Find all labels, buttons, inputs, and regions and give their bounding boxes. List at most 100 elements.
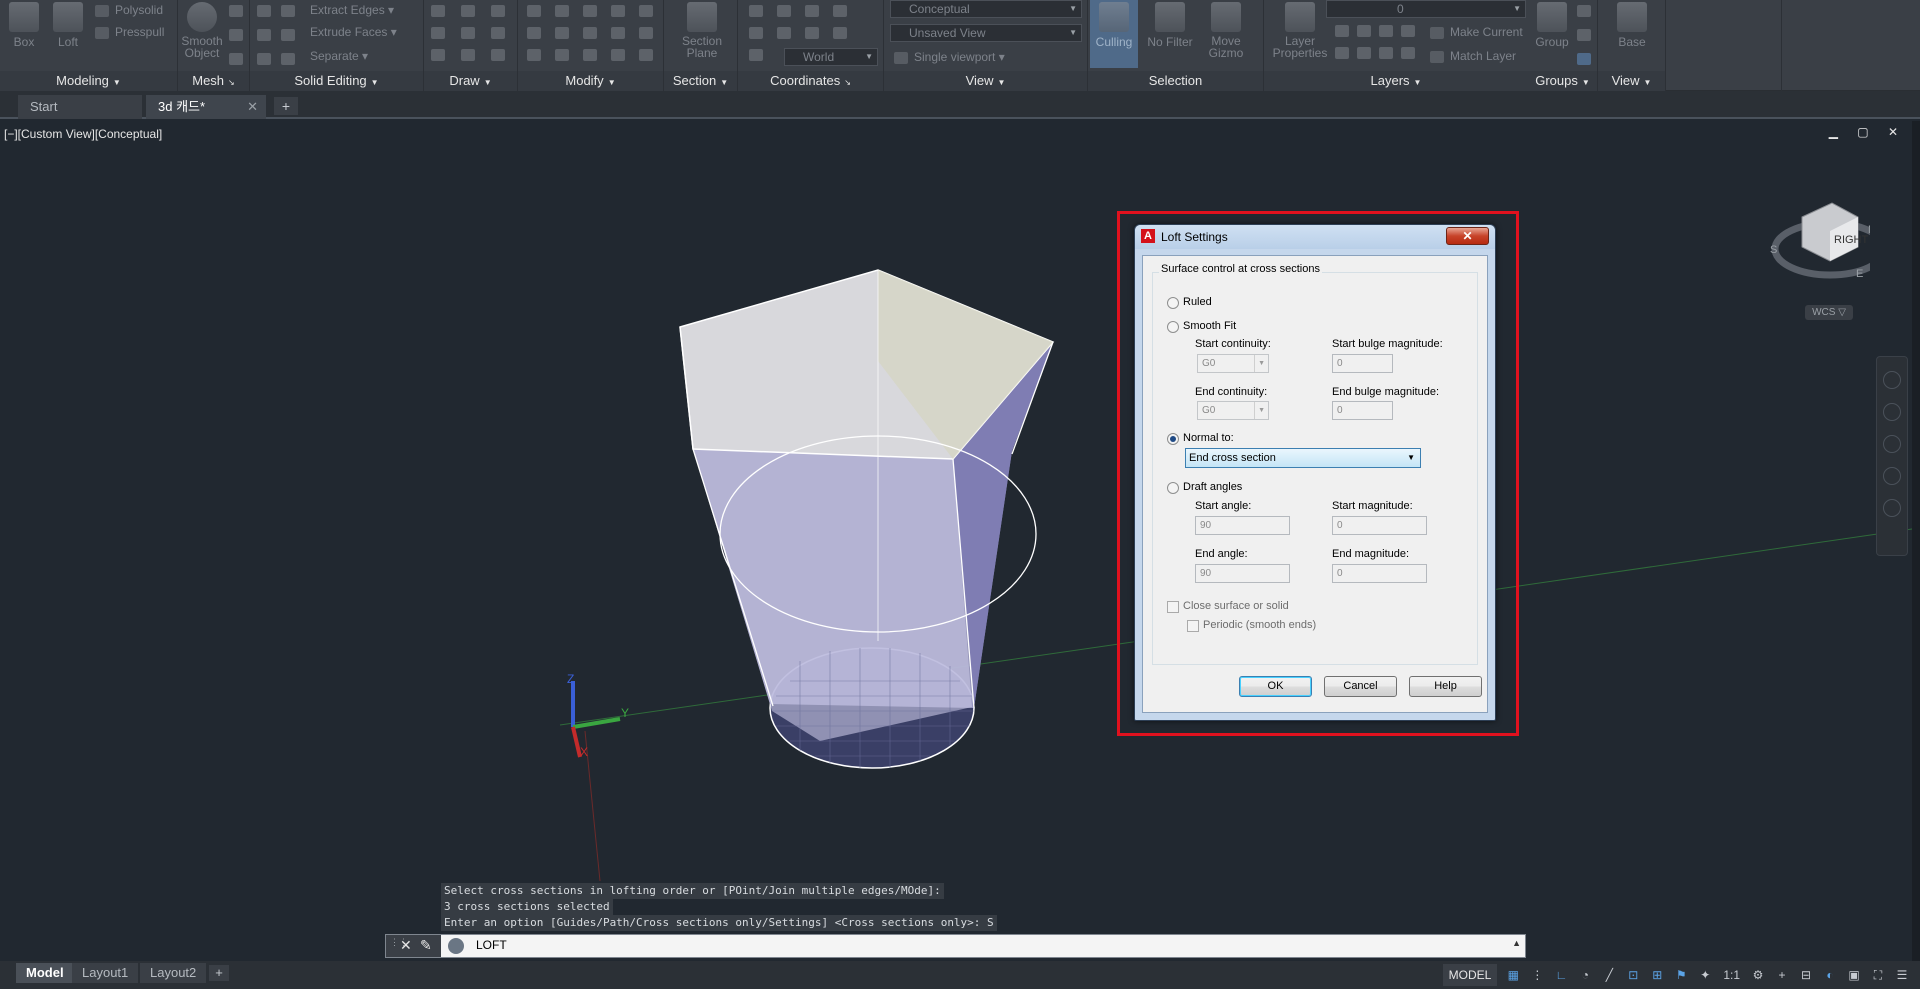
named-view-combo[interactable]: Unsaved View (890, 24, 1082, 42)
no-filter-button[interactable]: No Filter (1144, 0, 1196, 66)
help-button[interactable]: Help (1409, 676, 1482, 697)
tab-start[interactable]: Start (18, 95, 142, 119)
start-continuity-select[interactable]: G0 (1197, 354, 1269, 373)
section-plane-button[interactable]: Section Plane (678, 0, 726, 66)
grid-icon[interactable]: ▦ (1503, 965, 1523, 985)
menu-icon[interactable]: ☰ (1892, 965, 1912, 985)
layout-tab-model[interactable]: Model (16, 963, 74, 983)
ucs-combo[interactable]: World (784, 48, 878, 66)
panel-title-mesh[interactable]: Mesh ↘ (178, 71, 249, 91)
panel-title-view2[interactable]: View ▼ (1598, 71, 1665, 91)
tab-drawing[interactable]: 3d 캐드* ✕ (146, 95, 266, 119)
recent-commands-icon[interactable] (448, 938, 464, 954)
plus-icon[interactable]: + (1772, 965, 1792, 985)
viewport-label[interactable]: [−][Custom View][Conceptual] (4, 127, 162, 141)
pan-icon[interactable] (1883, 403, 1901, 421)
box-button[interactable]: Box (2, 0, 46, 66)
wcs-menu[interactable]: WCS ▽ (1805, 305, 1853, 320)
zoom-icon[interactable] (1883, 435, 1901, 453)
extrude-faces-button[interactable]: Extrude Faces ▾ (310, 22, 397, 42)
ok-button[interactable]: OK (1239, 676, 1312, 697)
command-line[interactable]: ⋮⋮ ✕ ✎ LOFT ▲ (385, 934, 1526, 958)
viewport-config-button[interactable]: Single viewport ▾ (894, 47, 1005, 67)
cancel-button[interactable]: Cancel (1324, 676, 1397, 697)
move-gizmo-button[interactable]: Move Gizmo (1200, 0, 1252, 66)
ruled-label[interactable]: Ruled (1183, 296, 1212, 308)
smooth-object-button[interactable]: Smooth Object (180, 0, 224, 66)
panel-title-modeling[interactable]: Modeling ▼ (0, 71, 177, 91)
separate-button[interactable]: Separate ▾ (310, 46, 368, 66)
end-magnitude-field[interactable]: 0 (1332, 564, 1427, 583)
ruled-radio[interactable] (1167, 297, 1179, 309)
layout-tab-layout2[interactable]: Layout2 (140, 963, 207, 983)
base-button[interactable]: Base (1610, 0, 1654, 66)
polysolid-button[interactable]: Polysolid (95, 0, 163, 20)
match-layer-button[interactable]: Match Layer (1430, 46, 1516, 66)
end-angle-field[interactable]: 90 (1195, 564, 1290, 583)
snap-icon[interactable]: ⋮ (1527, 965, 1547, 985)
group-button[interactable]: Group (1530, 0, 1574, 66)
extract-edges-button[interactable]: Extract Edges ▾ (310, 0, 394, 20)
navigation-bar[interactable] (1876, 356, 1908, 556)
layer-combo[interactable]: 0 (1326, 0, 1526, 18)
visual-style-combo[interactable]: Conceptual (890, 0, 1082, 18)
make-current-button[interactable]: Make Current (1430, 22, 1523, 42)
presspull-button[interactable]: Presspull (95, 22, 164, 42)
end-bulge-field[interactable]: 0 (1332, 401, 1393, 420)
close-surface-label[interactable]: Close surface or solid (1183, 600, 1289, 612)
polar-icon[interactable]: ◔ (1575, 965, 1595, 985)
clean-screen-icon[interactable]: ⛶ (1868, 965, 1888, 985)
draft-angles-radio[interactable] (1167, 482, 1179, 494)
normal-to-radio[interactable] (1167, 433, 1179, 445)
normal-to-select[interactable]: End cross section (1185, 448, 1421, 468)
hardware-acceleration-icon[interactable]: ▣ (1844, 965, 1864, 985)
modify-tools[interactable] (522, 0, 662, 66)
periodic-label[interactable]: Periodic (smooth ends) (1203, 619, 1316, 631)
draft-angles-label[interactable]: Draft angles (1183, 481, 1242, 493)
draw-tools[interactable] (426, 0, 516, 66)
customize-icon[interactable]: ✎ (420, 937, 432, 954)
panel-title-draw[interactable]: Draw ▼ (424, 71, 517, 91)
command-input-text[interactable]: LOFT (476, 938, 507, 952)
loft-settings-dialog[interactable]: A Loft Settings ✕ Surface control at cro… (1134, 224, 1496, 721)
start-bulge-field[interactable]: 0 (1332, 354, 1393, 373)
end-continuity-select[interactable]: G0 (1197, 401, 1269, 420)
panel-title-layers[interactable]: Layers ▼ (1264, 71, 1528, 91)
close-surface-checkbox[interactable] (1167, 601, 1179, 613)
chevron-up-icon[interactable]: ▲ (1512, 938, 1521, 948)
layout-tab-layout1[interactable]: Layout1 (72, 963, 139, 983)
start-magnitude-field[interactable]: 0 (1332, 516, 1427, 535)
panel-title-groups[interactable]: Groups ▼ (1528, 71, 1597, 91)
periodic-checkbox[interactable] (1187, 620, 1199, 632)
new-tab-button[interactable]: + (274, 97, 298, 115)
group-tools[interactable] (1572, 0, 1596, 72)
panel-title-section[interactable]: Section ▼ (664, 71, 737, 91)
layer-tools[interactable] (1330, 20, 1418, 64)
layer-properties-button[interactable]: Layer Properties (1270, 0, 1330, 66)
orbit-icon[interactable] (1883, 467, 1901, 485)
panel-title-view[interactable]: View ▼ (884, 71, 1087, 91)
drawing-viewport[interactable]: Z Y X [−][Custom View][Conceptual] ▁ ▢ ✕… (0, 121, 1912, 961)
osnap-icon[interactable]: ⊡ (1623, 965, 1643, 985)
smooth-fit-label[interactable]: Smooth Fit (1183, 320, 1236, 332)
close-icon[interactable]: ✕ (400, 937, 412, 954)
annotation-scale[interactable]: 1:1 (1723, 968, 1740, 982)
close-tab-icon[interactable]: ✕ (247, 95, 258, 119)
mesh-tools[interactable] (224, 0, 248, 72)
ortho-icon[interactable]: ∟ (1551, 965, 1571, 985)
dialog-titlebar[interactable]: A Loft Settings ✕ (1135, 225, 1495, 249)
close-button[interactable]: ✕ (1446, 227, 1489, 245)
panel-title-solid-editing[interactable]: Solid Editing ▼ (250, 71, 423, 91)
panel-title-coordinates[interactable]: Coordinates ↘ (738, 71, 883, 91)
smooth-fit-radio[interactable] (1167, 321, 1179, 333)
showmotion-icon[interactable] (1883, 499, 1901, 517)
isolate-icon[interactable]: ◐ (1820, 965, 1840, 985)
gear-icon[interactable]: ⚙ (1748, 965, 1768, 985)
add-layout-button[interactable]: + (209, 965, 229, 981)
annotation-icon[interactable]: ⚑ (1671, 965, 1691, 985)
normal-to-label[interactable]: Normal to: (1183, 432, 1234, 444)
steering-wheel-icon[interactable] (1883, 371, 1901, 389)
viewcube[interactable]: RIGHT N S E WCS ▽ (1760, 189, 1889, 320)
isodraft-icon[interactable]: ╱ (1599, 965, 1619, 985)
viewport-window-controls[interactable]: ▁ ▢ ✕ (1829, 125, 1906, 139)
